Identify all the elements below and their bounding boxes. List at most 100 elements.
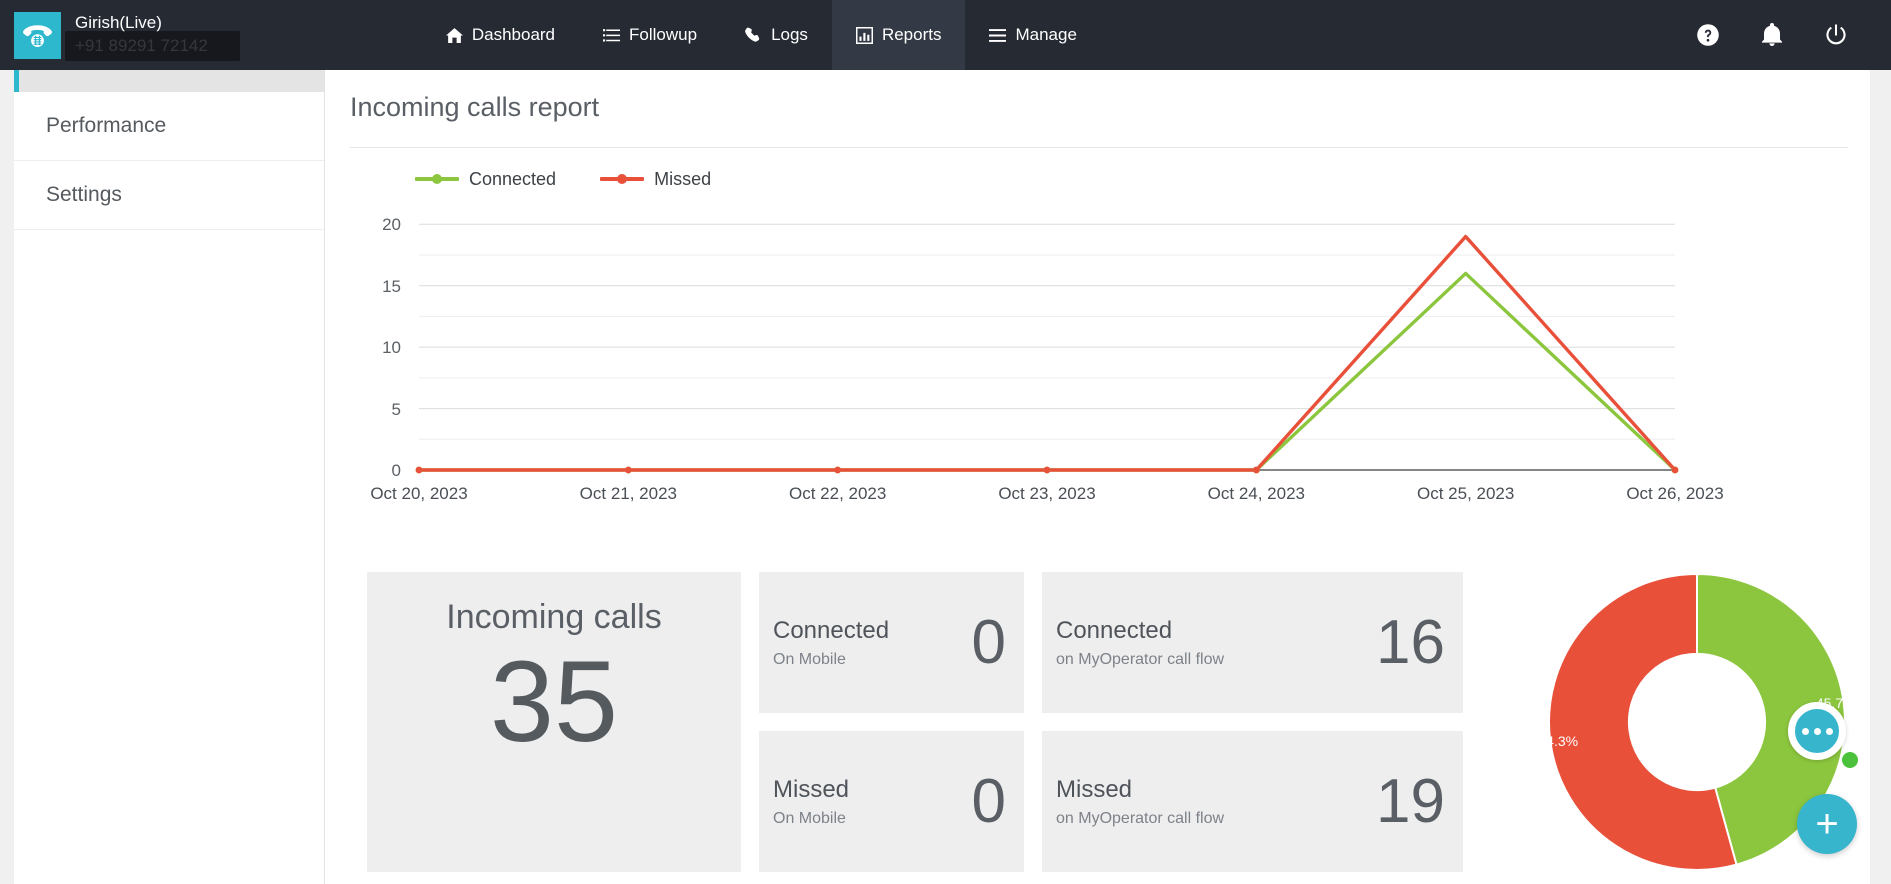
card-missed-callflow: Missed on MyOperator call flow 19 — [1042, 731, 1463, 872]
power-icon[interactable] — [1824, 23, 1848, 47]
card-connected-mobile-title: Connected — [773, 616, 890, 644]
card-connected-callflow-labels: Connected on MyOperator call flow — [1056, 617, 1224, 669]
brand-account-name: Girish(Live) — [75, 13, 162, 32]
card-connected-callflow-sub: on MyOperator call flow — [1056, 650, 1225, 668]
phone-number-overlay — [65, 31, 240, 61]
chat-dots-icon — [1825, 727, 1833, 735]
card-missed-callflow-sub: on MyOperator call flow — [1056, 809, 1225, 827]
chat-fab-button[interactable] — [1788, 702, 1846, 760]
data-point[interactable] — [1671, 466, 1679, 474]
y-axis-tick-label: 10 — [382, 338, 401, 358]
stat-cards: Incoming calls 35 Connected On Mobile 0 … — [325, 572, 1870, 872]
list-icon — [603, 27, 621, 44]
data-point[interactable] — [1043, 466, 1051, 474]
sidebar-item-settings[interactable]: Settings — [14, 161, 324, 230]
nav-item-logs-label: Logs — [771, 25, 808, 44]
brand-logo — [14, 11, 61, 59]
sidebar-item-performance-label: Performance — [46, 114, 167, 137]
card-missed-callflow-value: 19 — [1376, 766, 1445, 836]
chat-dots-icon — [1813, 727, 1821, 735]
help-icon[interactable] — [1696, 23, 1720, 47]
sidebar-edge-strip — [0, 70, 14, 884]
page-title: Incoming calls report — [350, 92, 600, 122]
y-axis-tick-label: 15 — [382, 276, 401, 296]
x-axis-tick-label: Oct 21, 2023 — [579, 484, 677, 503]
data-point[interactable] — [624, 466, 632, 474]
card-incoming-calls-title: Incoming calls — [446, 598, 662, 636]
page-scrollbar[interactable] — [1870, 70, 1891, 884]
nav-item-manage[interactable]: Manage — [965, 0, 1100, 70]
card-missed-mobile: Missed On Mobile 0 — [759, 731, 1024, 872]
data-point[interactable] — [1252, 466, 1260, 474]
legend-item-missed[interactable]: Missed — [600, 169, 711, 190]
legend-swatch-connected — [415, 174, 459, 184]
main-nav: Dashboard Followup Logs Reports Manage — [422, 0, 1101, 70]
nav-item-dashboard-label: Dashboard — [471, 25, 556, 44]
nav-item-logs[interactable]: Logs — [721, 0, 832, 70]
chat-dots-icon — [1801, 727, 1809, 735]
card-column-callflow: Connected on MyOperator call flow 16 Mis… — [1042, 572, 1463, 872]
sidebar-item-settings-label: Settings — [46, 183, 122, 206]
nav-item-followup-label: Followup — [629, 25, 698, 44]
legend-swatch-missed — [600, 174, 645, 184]
bar-chart-icon — [855, 26, 873, 44]
data-point[interactable] — [834, 466, 842, 474]
nav-item-reports[interactable]: Reports — [831, 0, 966, 70]
card-incoming-calls-total: Incoming calls 35 — [367, 572, 741, 872]
chart-legend: Connected Missed — [325, 160, 1870, 198]
nav-item-followup[interactable]: Followup — [579, 0, 721, 70]
card-connected-callflow-title: Connected — [1056, 616, 1173, 644]
card-missed-callflow-labels: Missed on MyOperator call flow — [1056, 776, 1224, 828]
card-missed-mobile-sub: On Mobile — [773, 809, 846, 827]
top-navigation-bar: Girish(Live) +91 89291 72142 Dashboard F… — [0, 0, 1891, 70]
card-column-mobile: Connected On Mobile 0 Missed On Mobile 0 — [759, 572, 1024, 872]
phone-icon — [23, 24, 52, 47]
nav-item-reports-label: Reports — [881, 25, 942, 44]
top-right-actions — [1696, 0, 1891, 70]
y-axis-tick-label: 0 — [391, 461, 401, 480]
card-connected-callflow-value: 16 — [1376, 607, 1445, 677]
phone-handset-icon — [745, 27, 762, 44]
notification-bell-icon[interactable] — [1760, 23, 1784, 47]
nav-item-dashboard[interactable]: Dashboard — [422, 0, 579, 70]
hamburger-icon — [989, 27, 1007, 44]
sidebar-item-performance[interactable]: Performance — [14, 92, 324, 161]
title-divider — [350, 147, 1848, 148]
y-axis-tick-label: 5 — [391, 399, 401, 419]
series-line-missed — [417, 234, 1677, 472]
card-connected-mobile-labels: Connected On Mobile — [773, 617, 889, 669]
chart-plot-area: 0 5 10 15 20 Oct 20, 2023 Oct 21, 2023 Oct 22, … — [325, 198, 1870, 528]
brand[interactable]: Girish(Live) +91 89291 72142 — [0, 11, 240, 61]
card-missed-mobile-labels: Missed On Mobile — [773, 776, 849, 828]
sidebar-item-active-partial[interactable] — [14, 70, 324, 92]
incoming-calls-line-chart: Connected Missed 0 5 10 15 20 Oct 20, 2023 Oct… — [325, 160, 1870, 550]
add-fab-button[interactable]: + — [1797, 794, 1857, 854]
main-content: Incoming calls report Connected Missed 0… — [325, 70, 1870, 884]
card-connected-callflow: Connected on MyOperator call flow 16 — [1042, 572, 1463, 713]
sidebar: Performance Settings — [0, 70, 325, 884]
donut-slice-label: 54.3% — [1538, 732, 1579, 749]
card-connected-mobile-sub: On Mobile — [773, 650, 846, 668]
data-point[interactable] — [415, 466, 423, 474]
card-incoming-calls-value: 35 — [490, 638, 618, 766]
x-axis-tick-label: Oct 25, 2023 — [1416, 484, 1515, 503]
nav-item-manage-label: Manage — [1015, 25, 1077, 44]
card-connected-mobile-value: 0 — [971, 607, 1006, 677]
x-axis-tick-label: Oct 26, 2023 — [1626, 484, 1724, 503]
card-missed-callflow-title: Missed — [1056, 775, 1133, 803]
line-chart-svg — [415, 223, 1679, 474]
home-icon — [445, 27, 463, 44]
sidebar-menu: Performance Settings — [14, 70, 324, 230]
legend-item-connected[interactable]: Connected — [415, 169, 556, 190]
legend-label-connected: Connected — [469, 168, 557, 189]
card-connected-mobile: Connected On Mobile 0 — [759, 572, 1024, 713]
x-axis-tick-label: Oct 24, 2023 — [1207, 484, 1305, 503]
x-axis-tick-label: Oct 22, 2023 — [788, 484, 887, 503]
y-axis-tick-label: 20 — [382, 215, 401, 235]
brand-text: Girish(Live) +91 89291 72142 — [65, 13, 240, 61]
legend-label-missed: Missed — [654, 168, 712, 189]
x-axis-tick-label: Oct 20, 2023 — [370, 484, 468, 503]
online-status-indicator — [1840, 750, 1860, 770]
x-axis-tick-label: Oct 23, 2023 — [998, 484, 1096, 503]
card-missed-mobile-value: 0 — [971, 766, 1006, 836]
